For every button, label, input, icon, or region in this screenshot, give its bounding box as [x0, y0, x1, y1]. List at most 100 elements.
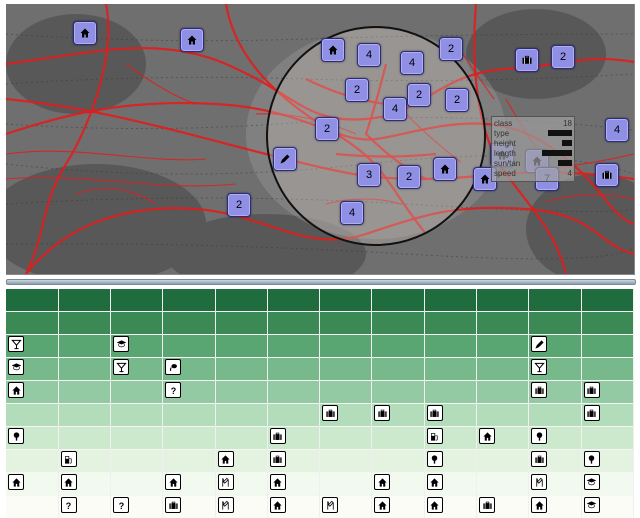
timeline-cell[interactable] [58, 381, 110, 404]
map-marker-number[interactable]: 4 [400, 51, 424, 75]
map-marker-number[interactable]: 4 [340, 201, 364, 225]
timeline-cell[interactable] [267, 312, 319, 335]
timeline-cell[interactable] [477, 473, 529, 496]
timeline-cell[interactable] [372, 450, 424, 473]
timeline-cell[interactable] [529, 450, 581, 473]
timeline-cell[interactable] [477, 404, 529, 427]
map-marker-number[interactable]: 2 [315, 117, 339, 141]
activity-question-icon[interactable] [165, 382, 181, 398]
timeline-cell[interactable] [581, 473, 633, 496]
map-marker-number[interactable]: 4 [605, 118, 629, 142]
map-marker-number[interactable]: 3 [357, 163, 381, 187]
timeline-cell[interactable] [320, 335, 372, 358]
timeline-cell[interactable] [424, 381, 476, 404]
timeline-cell[interactable] [372, 289, 424, 312]
activity-home-icon[interactable] [165, 474, 181, 490]
activity-suitcase-icon[interactable] [270, 428, 286, 444]
timeline-cell[interactable] [58, 358, 110, 381]
timeline-cell[interactable] [58, 473, 110, 496]
timeline-cell[interactable] [581, 335, 633, 358]
timeline-cell[interactable] [477, 358, 529, 381]
timeline-cell[interactable] [320, 404, 372, 427]
timeline-cell[interactable] [477, 450, 529, 473]
timeline-cell[interactable] [111, 427, 163, 450]
timeline-cell[interactable] [581, 381, 633, 404]
timeline-cell[interactable] [58, 404, 110, 427]
timeline-cell[interactable] [6, 496, 58, 518]
timeline-cell[interactable] [424, 358, 476, 381]
map-marker-number[interactable]: 2 [345, 78, 369, 102]
timeline-cell[interactable] [6, 289, 58, 312]
timeline-cell[interactable] [163, 358, 215, 381]
activity-cutlery-icon[interactable] [218, 497, 234, 513]
timeline-cell[interactable] [267, 289, 319, 312]
activity-home-icon[interactable] [270, 474, 286, 490]
timeline-cell[interactable] [58, 496, 110, 518]
activity-grad-icon[interactable] [584, 474, 600, 490]
activity-cocktail-icon[interactable] [8, 336, 24, 352]
timeline-cell[interactable] [320, 496, 372, 518]
activity-cocktail-icon[interactable] [531, 359, 547, 375]
timeline-cell[interactable] [424, 312, 476, 335]
timeline-cell[interactable] [163, 427, 215, 450]
timeline-cell[interactable] [111, 404, 163, 427]
timeline-cell[interactable] [267, 450, 319, 473]
timeline-cell[interactable] [58, 427, 110, 450]
map-panel[interactable]: 442224222327424 class18typeheightlengths… [6, 4, 635, 275]
timeline-cell[interactable] [267, 496, 319, 518]
timeline-cell[interactable] [529, 473, 581, 496]
timeline-cell[interactable] [6, 404, 58, 427]
timeline-cell[interactable] [320, 427, 372, 450]
timeline-cell[interactable] [6, 335, 58, 358]
map-marker-home[interactable] [433, 157, 457, 181]
activity-home-icon[interactable] [427, 497, 443, 513]
timeline-cell[interactable] [477, 427, 529, 450]
timeline-cell[interactable] [6, 427, 58, 450]
timeline-cell[interactable] [267, 381, 319, 404]
timeline-cell[interactable] [424, 427, 476, 450]
timeline-cell[interactable] [529, 335, 581, 358]
activity-cutlery-icon[interactable] [218, 474, 234, 490]
timeline-cell[interactable] [372, 381, 424, 404]
timeline-cell[interactable] [163, 450, 215, 473]
activity-suitcase-icon[interactable] [479, 497, 495, 513]
timeline-cell[interactable] [529, 289, 581, 312]
timeline-cell[interactable] [215, 427, 267, 450]
timeline-cell[interactable] [111, 381, 163, 404]
activity-grad-icon[interactable] [113, 336, 129, 352]
timeline-cell[interactable] [320, 312, 372, 335]
map-marker-number[interactable]: 2 [397, 165, 421, 189]
timeline-cell[interactable] [215, 335, 267, 358]
activity-suitcase-icon[interactable] [165, 497, 181, 513]
timeline-cell[interactable] [215, 358, 267, 381]
timeline-cell[interactable] [6, 473, 58, 496]
timeline-cell[interactable] [163, 289, 215, 312]
timeline-cell[interactable] [477, 496, 529, 518]
timeline-cell[interactable] [58, 335, 110, 358]
activity-suitcase-icon[interactable] [322, 405, 338, 421]
timeline-cell[interactable] [215, 473, 267, 496]
activity-home-icon[interactable] [270, 497, 286, 513]
map-marker-number[interactable]: 2 [445, 88, 469, 112]
timeline-cell[interactable] [111, 358, 163, 381]
map-marker-number[interactable]: 2 [227, 193, 251, 217]
timeline-cell[interactable] [424, 473, 476, 496]
timeline-cell[interactable] [424, 450, 476, 473]
map-marker-pencil[interactable] [273, 147, 297, 171]
timeline-cell[interactable] [581, 358, 633, 381]
timeline-cell[interactable] [372, 335, 424, 358]
timeline-cell[interactable] [267, 427, 319, 450]
activity-tree-icon[interactable] [584, 451, 600, 467]
timeline-cell[interactable] [111, 450, 163, 473]
activity-suitcase-icon[interactable] [270, 451, 286, 467]
timeline-cell[interactable] [163, 496, 215, 518]
activity-home-icon[interactable] [531, 497, 547, 513]
timeline-cell[interactable] [320, 450, 372, 473]
timeline-cell[interactable] [215, 381, 267, 404]
timeline-cell[interactable] [111, 496, 163, 518]
timeline-cell[interactable] [6, 381, 58, 404]
map-marker-number[interactable]: 2 [407, 83, 431, 107]
map-marker-suitcase[interactable] [515, 48, 539, 72]
activity-cocktail-icon[interactable] [113, 359, 129, 375]
timeline-cell[interactable] [372, 312, 424, 335]
